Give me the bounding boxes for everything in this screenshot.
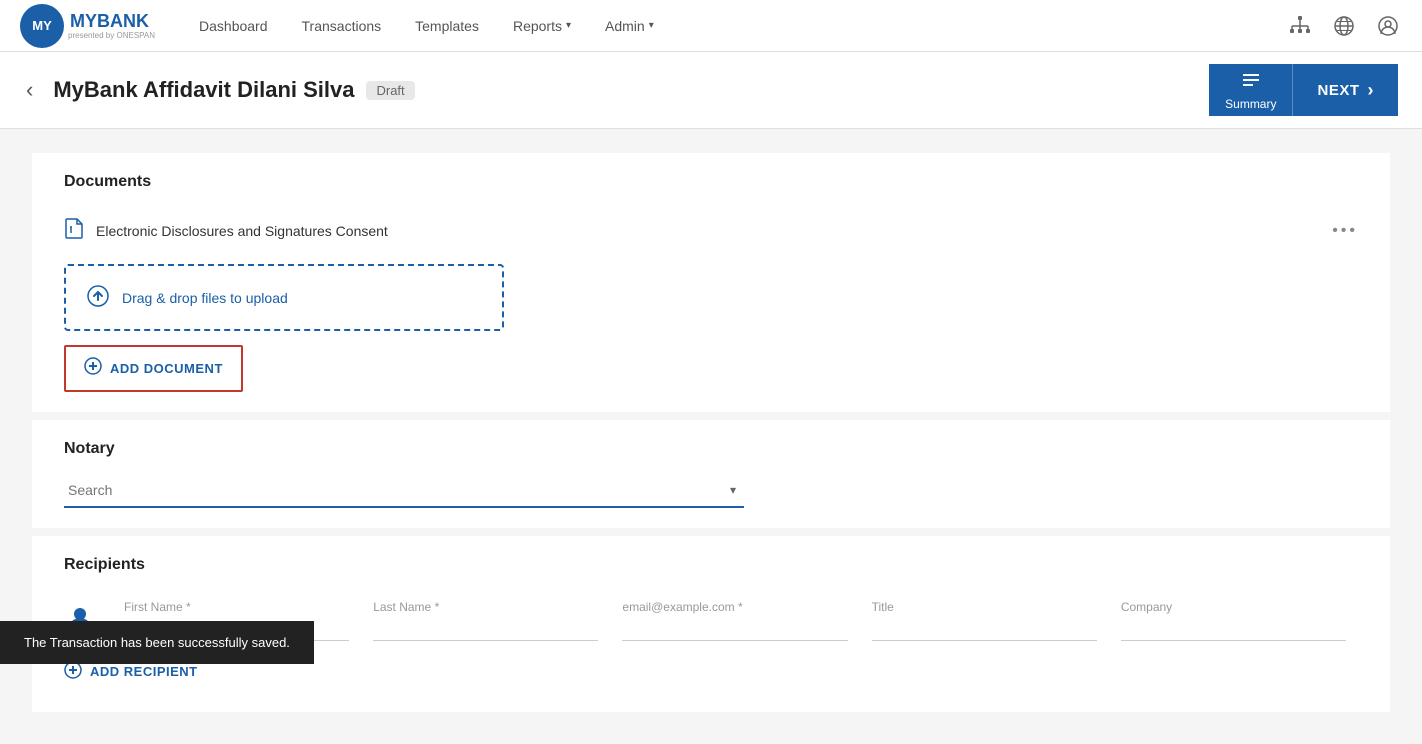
- header-actions: Summary NEXT ›: [1209, 64, 1398, 116]
- back-button[interactable]: ‹: [24, 75, 41, 105]
- nav-templates[interactable]: Templates: [401, 0, 493, 52]
- document-menu-icon[interactable]: •••: [1332, 222, 1358, 240]
- status-badge: Draft: [366, 81, 414, 100]
- nav-transactions[interactable]: Transactions: [288, 0, 396, 52]
- nav-reports[interactable]: Reports ▾: [499, 0, 585, 52]
- title-field: Title: [860, 600, 1109, 641]
- globe-icon[interactable]: [1330, 12, 1358, 40]
- last-name-input[interactable]: [373, 616, 598, 641]
- last-name-label: Last Name *: [373, 600, 598, 614]
- nav-templates-label: Templates: [415, 18, 479, 34]
- nav-admin-chevron: ▾: [649, 20, 654, 31]
- company-label: Company: [1121, 600, 1346, 614]
- summary-button[interactable]: Summary: [1209, 64, 1293, 116]
- toast-notification: The Transaction has been successfully sa…: [0, 621, 314, 664]
- document-row: Electronic Disclosures and Signatures Co…: [64, 207, 1358, 254]
- summary-label: Summary: [1225, 97, 1276, 111]
- notary-section: Notary ▾: [32, 420, 1390, 528]
- nav-admin-label: Admin: [605, 18, 645, 34]
- title-input[interactable]: [872, 616, 1097, 641]
- nav-dashboard-label: Dashboard: [199, 18, 268, 34]
- add-document-icon: [84, 357, 102, 380]
- first-name-label: First Name *: [124, 600, 349, 614]
- logo-initials: MY: [32, 18, 52, 33]
- add-document-wrapper: ADD DOCUMENT: [64, 345, 243, 392]
- nav-transactions-label: Transactions: [302, 18, 382, 34]
- next-button[interactable]: NEXT ›: [1293, 64, 1398, 116]
- nav-admin[interactable]: Admin ▾: [591, 0, 668, 52]
- email-field: email@example.com *: [610, 600, 859, 641]
- toast-message: The Transaction has been successfully sa…: [24, 635, 290, 650]
- add-document-button[interactable]: ADD DOCUMENT: [66, 347, 241, 390]
- org-chart-icon[interactable]: [1286, 12, 1314, 40]
- documents-section: Documents Electronic Disclosures and Sig…: [32, 153, 1390, 412]
- logo: MY MYBANK presented by ONESPAN: [20, 4, 155, 48]
- nav-reports-label: Reports: [513, 18, 562, 34]
- page-title: MyBank Affidavit Dilani Silva: [53, 77, 354, 103]
- email-input[interactable]: [622, 616, 847, 641]
- next-arrow-icon: ›: [1368, 80, 1375, 101]
- upload-zone[interactable]: Drag & drop files to upload: [64, 264, 504, 331]
- summary-icon: [1241, 70, 1261, 95]
- user-account-icon[interactable]: [1374, 12, 1402, 40]
- logo-sub: presented by ONESPAN: [68, 32, 155, 40]
- company-field: Company: [1109, 600, 1358, 641]
- documents-title: Documents: [64, 173, 1358, 191]
- nav-reports-chevron: ▾: [566, 20, 571, 31]
- notary-search-row: ▾: [64, 474, 744, 508]
- next-label: NEXT: [1317, 82, 1359, 99]
- nav-dashboard[interactable]: Dashboard: [185, 0, 282, 52]
- logo-circle: MY: [20, 4, 64, 48]
- email-label: email@example.com *: [622, 600, 847, 614]
- notary-search-input[interactable]: [64, 474, 722, 506]
- nav-right: [1286, 12, 1402, 40]
- upload-label: Drag & drop files to upload: [122, 290, 288, 306]
- page-header-left: ‹ MyBank Affidavit Dilani Silva Draft: [24, 75, 415, 105]
- last-name-field: Last Name *: [361, 600, 610, 641]
- logo-text-group: MYBANK presented by ONESPAN: [68, 11, 155, 40]
- add-recipient-label: ADD RECIPIENT: [90, 664, 198, 679]
- add-recipient-icon: [64, 661, 82, 682]
- title-label: Title: [872, 600, 1097, 614]
- page-header: ‹ MyBank Affidavit Dilani Silva Draft Su…: [0, 52, 1422, 129]
- nav-items: Dashboard Transactions Templates Reports…: [185, 0, 1286, 52]
- add-document-label: ADD DOCUMENT: [110, 361, 223, 376]
- notary-title: Notary: [64, 440, 1358, 458]
- navigation: MY MYBANK presented by ONESPAN Dashboard…: [0, 0, 1422, 52]
- document-name: Electronic Disclosures and Signatures Co…: [96, 223, 1320, 239]
- company-input[interactable]: [1121, 616, 1346, 641]
- notary-dropdown-chevron: ▾: [722, 483, 744, 497]
- upload-icon: [86, 284, 110, 311]
- document-icon: [64, 217, 84, 244]
- logo-text: MYBANK: [70, 11, 149, 31]
- recipients-title: Recipients: [64, 556, 1358, 574]
